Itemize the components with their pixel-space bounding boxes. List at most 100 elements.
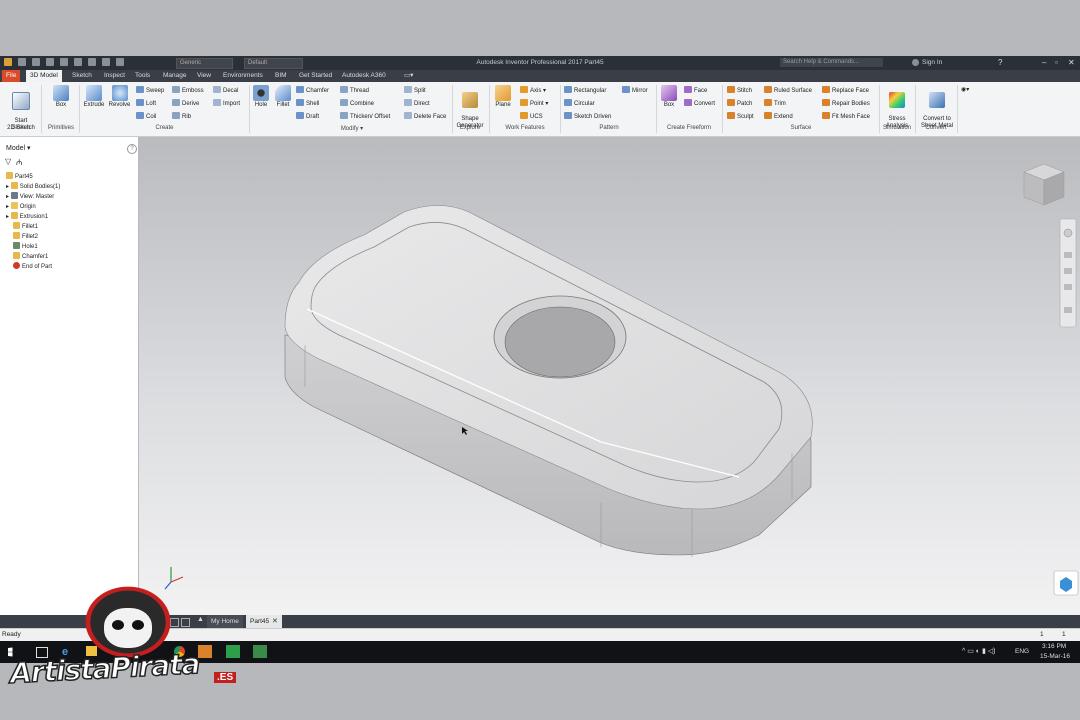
tree-item-part[interactable]: Part45	[6, 172, 33, 180]
direct-button[interactable]: Direct	[404, 99, 430, 108]
replace-face-icon	[822, 86, 830, 93]
loft-button[interactable]: Loft	[136, 99, 156, 108]
find-icon[interactable]: ₼	[16, 157, 22, 168]
sign-in-link[interactable]: Sign In	[922, 59, 942, 66]
ruled-surface-button[interactable]: Ruled Surface	[764, 86, 812, 95]
chamfer-icon	[13, 252, 20, 259]
tree-item-origin[interactable]: ▸ Origin	[6, 202, 36, 210]
model-canvas[interactable]	[139, 137, 1080, 615]
tray-icons[interactable]: ^ ▭ ◐ ▮ ◁)	[962, 647, 995, 655]
replace-face-button[interactable]: Replace Face	[822, 86, 869, 95]
tree-item-hole[interactable]: Hole1	[13, 242, 38, 250]
combine-button[interactable]: Combine	[340, 99, 374, 108]
patch-button[interactable]: Patch	[727, 99, 752, 108]
sketch-driven-icon	[564, 112, 572, 119]
tab-manage[interactable]: Manage	[159, 70, 191, 82]
point-button[interactable]: Point ▾	[520, 99, 548, 108]
shape-generator-button[interactable]: Shape Generator	[455, 85, 485, 130]
tree-item-extrusion[interactable]: ▸ Extrusion1	[6, 212, 48, 220]
minimize-button[interactable]: –	[1042, 58, 1046, 67]
stress-analysis-button[interactable]: Stress Analysis	[882, 85, 912, 130]
thicken-offset-button[interactable]: Thicken/ Offset	[340, 112, 390, 121]
ribbon-options-icon[interactable]: ◉▾	[961, 86, 969, 94]
tab-environments[interactable]: Environments	[219, 70, 267, 82]
freeform-convert-button[interactable]: Convert	[684, 99, 715, 108]
language-indicator[interactable]: ENG	[1015, 648, 1029, 655]
tab-3d-model[interactable]: 3D Model	[26, 70, 62, 82]
a360-button[interactable]	[1053, 570, 1079, 596]
browser-help-icon[interactable]: ?	[127, 144, 137, 154]
solid-bodies-icon	[10, 182, 18, 189]
part-model[interactable]	[284, 205, 813, 558]
thread-button[interactable]: Thread	[340, 86, 369, 95]
revolve-button[interactable]: Revolve	[107, 85, 132, 109]
sweep-button[interactable]: Sweep	[136, 86, 164, 95]
freeform-box-button[interactable]: Box	[660, 85, 678, 109]
tab-get-started[interactable]: Get Started	[295, 70, 336, 82]
view-cube-icon[interactable]	[1023, 163, 1065, 206]
tab-autodesk-a360[interactable]: Autodesk A360	[338, 70, 390, 82]
stitch-button[interactable]: Stitch	[727, 86, 752, 95]
import-button[interactable]: Import	[213, 99, 240, 108]
filter-icon[interactable]: ▽	[5, 157, 11, 166]
extrude-button[interactable]: Extrude	[82, 85, 106, 109]
convert-to-sheet-metal-button[interactable]: Convert to Sheet Metal	[918, 85, 956, 130]
tree-item-view-master[interactable]: ▸ View: Master	[6, 192, 54, 200]
trim-button[interactable]: Trim	[764, 99, 786, 108]
clock-date[interactable]: 15-Mar-16	[1040, 653, 1070, 660]
group-divider	[560, 85, 561, 133]
coil-button[interactable]: Coil	[136, 112, 156, 121]
tab-file[interactable]: File	[2, 70, 21, 82]
close-button[interactable]: ✕	[1068, 58, 1075, 67]
rib-button[interactable]: Rib	[172, 112, 191, 121]
decal-button[interactable]: Decal	[213, 86, 238, 95]
search-input[interactable]: Search Help & Commands...	[780, 58, 883, 67]
fit-mesh-face-button[interactable]: Fit Mesh Face	[822, 112, 870, 121]
freeform-face-button[interactable]: Face	[684, 86, 707, 95]
group-divider	[489, 85, 490, 133]
tab-inspect[interactable]: Inspect	[100, 70, 129, 82]
hole-button[interactable]: Hole	[252, 85, 270, 109]
help-icon[interactable]: ?	[998, 58, 1002, 67]
group-label-modify[interactable]: Modify ▾	[252, 125, 452, 132]
graphics-viewport[interactable]	[139, 137, 1080, 615]
clock-time[interactable]: 3:16 PM	[1042, 643, 1066, 650]
chamfer-button[interactable]: Chamfer	[296, 86, 329, 95]
circular-pattern-button[interactable]: Circular	[564, 99, 595, 108]
tab-tools[interactable]: Tools	[131, 70, 154, 82]
fillet-button[interactable]: Fillet	[273, 85, 293, 109]
tree-item-end-of-part[interactable]: End of Part	[13, 262, 52, 270]
mirror-button[interactable]: Mirror	[622, 86, 648, 95]
tab-view[interactable]: View	[193, 70, 215, 82]
ruled-surface-icon	[764, 86, 772, 93]
browser-title[interactable]: Model ▾	[6, 144, 31, 152]
axis-button[interactable]: Axis ▾	[520, 86, 546, 95]
close-tab-icon[interactable]: ✕	[272, 617, 278, 625]
point-icon	[520, 99, 528, 106]
repair-bodies-button[interactable]: Repair Bodies	[822, 99, 870, 108]
tab-bim[interactable]: BIM	[271, 70, 291, 82]
sculpt-button[interactable]: Sculpt	[727, 112, 754, 121]
rectangular-pattern-button[interactable]: Rectangular	[564, 86, 606, 95]
tab-sketch[interactable]: Sketch	[68, 70, 96, 82]
navigation-bar[interactable]	[1059, 218, 1077, 328]
extend-button[interactable]: Extend	[764, 112, 793, 121]
maximize-button[interactable]: ▫	[1055, 58, 1058, 67]
derive-button[interactable]: Derive	[172, 99, 199, 108]
tree-item-fillet2[interactable]: Fillet2	[13, 232, 38, 240]
emboss-button[interactable]: Emboss	[172, 86, 204, 95]
primitive-box-button[interactable]: Box	[50, 85, 72, 109]
group-label-primitives: Primitives	[47, 125, 74, 131]
draft-button[interactable]: Draft	[296, 112, 319, 121]
fillet-icon	[13, 232, 20, 239]
plane-button[interactable]: Plane	[492, 85, 514, 109]
split-button[interactable]: Split	[404, 86, 426, 95]
tree-item-chamfer[interactable]: Chamfer1	[13, 252, 48, 260]
tree-item-solid-bodies[interactable]: ▸ Solid Bodies(1)	[6, 182, 60, 190]
ucs-button[interactable]: UCS	[520, 112, 543, 121]
shell-button[interactable]: Shell	[296, 99, 319, 108]
sketch-driven-pattern-button[interactable]: Sketch Driven	[564, 112, 611, 121]
delete-face-button[interactable]: Delete Face	[404, 112, 446, 121]
ribbon-toggle-icon[interactable]: ▭▾	[400, 70, 417, 82]
tree-item-fillet1[interactable]: Fillet1	[13, 222, 38, 230]
